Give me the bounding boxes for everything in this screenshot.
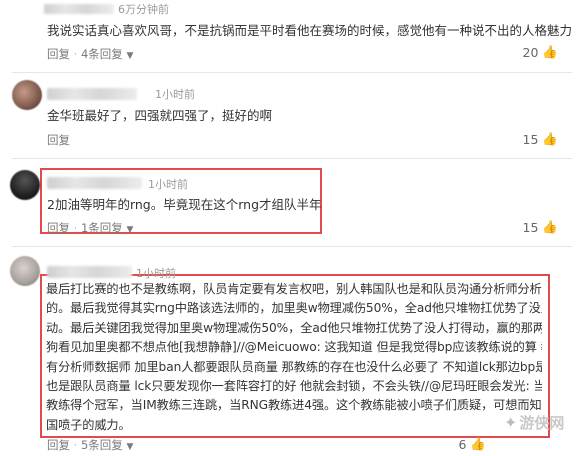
comment-actions: 回复 · 5条回复 ▼ bbox=[47, 438, 134, 452]
like-button[interactable]: 15 👍 bbox=[523, 131, 558, 147]
comment-line: 最后打比赛的也不是教练啊，队员肯定要有发言权吧，别人韩国队也是和队员沟通分析师分… bbox=[46, 282, 542, 296]
watermark: ✦ 游侠网 bbox=[504, 412, 564, 433]
reply-link[interactable]: 回复 bbox=[47, 438, 70, 452]
comment-time: 1小时前 bbox=[136, 267, 176, 280]
comment-text: 金华班最好了，四强就四强了，挺好的啊 bbox=[47, 108, 273, 123]
comment-line: 动。最后关键团我觉得加里奥w物理减伤50%，全ad他只堆物扛优势了没人打得动，赢… bbox=[46, 320, 542, 335]
comment-line: 狗看见加里奥都不想点他[我想静静]//@Meicuowo: 这我知道 但是我觉得… bbox=[46, 340, 542, 355]
view-replies-link[interactable]: 4条回复 bbox=[81, 47, 123, 61]
view-replies-link[interactable]: 1条回复 bbox=[81, 221, 123, 235]
view-replies-link[interactable]: 5条回复 bbox=[81, 438, 123, 452]
commenter-name[interactable] bbox=[47, 177, 142, 189]
avatar[interactable] bbox=[12, 80, 42, 110]
comment-actions: 回复 · 1条回复 ▼ bbox=[47, 221, 134, 235]
comment-time: 1小时前 bbox=[155, 88, 195, 101]
watermark-text: 游侠网 bbox=[519, 414, 565, 432]
commenter-name[interactable] bbox=[47, 88, 137, 100]
thumbs-up-icon: 👍 bbox=[542, 219, 558, 234]
divider bbox=[12, 246, 572, 247]
like-button[interactable]: 15 👍 bbox=[523, 219, 558, 235]
comment-time: 1小时前 bbox=[148, 178, 188, 191]
divider bbox=[12, 72, 572, 73]
like-count: 15 bbox=[522, 131, 539, 147]
comment-time: 6万分钟前 bbox=[118, 3, 169, 16]
comment-line: 的。最后我觉得其实rng中路该选法师的，加里奥w物理减伤50%，全ad他只堆物扛… bbox=[46, 301, 542, 316]
comment-line: 有分析师数据师 加里ban人都要跟队员商量 那教练的存在也没什么必要了 不知道l… bbox=[46, 359, 542, 374]
divider bbox=[12, 158, 572, 159]
thumbs-up-icon: 👍 bbox=[542, 44, 558, 59]
reply-link[interactable]: 回复 bbox=[47, 133, 70, 147]
reply-link[interactable]: 回复 bbox=[47, 221, 70, 235]
comment-line: 国喷子的威力。 bbox=[46, 417, 131, 432]
commenter-name[interactable] bbox=[47, 266, 132, 278]
thumbs-up-icon: 👍 bbox=[542, 131, 558, 146]
chevron-down-icon[interactable]: ▼ bbox=[126, 51, 133, 61]
commenter-name[interactable] bbox=[44, 4, 114, 14]
chevron-down-icon[interactable]: ▼ bbox=[126, 225, 133, 235]
watermark-logo-icon: ✦ bbox=[504, 413, 518, 432]
like-button[interactable]: 20 👍 bbox=[523, 44, 558, 60]
thumbs-up-icon: 👍 bbox=[470, 436, 486, 451]
avatar[interactable] bbox=[10, 170, 40, 200]
comment-text: 2加油等明年的rng。毕竟现在这个rng才组队半年 bbox=[47, 197, 322, 212]
comment-actions: 回复 · 4条回复 ▼ bbox=[47, 47, 134, 61]
avatar[interactable] bbox=[10, 256, 40, 286]
like-count: 15 bbox=[522, 219, 539, 235]
like-count: 6 bbox=[458, 436, 467, 452]
comment-actions: 回复 bbox=[47, 132, 70, 148]
comment-line: 也是跟队员商量 lck只要发现你一套阵容打的好 他就会封锁，不会头铁//@尼玛旺… bbox=[46, 379, 542, 394]
chevron-down-icon[interactable]: ▼ bbox=[126, 442, 133, 452]
comment-text: 最后打比赛的也不是教练啊，队员肯定要有发言权吧，别人韩国队也是和队员沟通分析师分… bbox=[46, 280, 542, 435]
like-button[interactable]: 6 👍 bbox=[458, 436, 486, 452]
comment-text: 我说实话真心喜欢风哥，不是抗锅而是平时看他在赛场的时候，感觉他有一种说不出的人格… bbox=[47, 23, 573, 38]
like-count: 20 bbox=[522, 44, 539, 60]
comment-line: 教练得个冠军，当IM教练三连跳，当RNG教练进4强。这个教练能被小喷子们质疑，可… bbox=[46, 398, 542, 413]
reply-link[interactable]: 回复 bbox=[47, 47, 70, 61]
